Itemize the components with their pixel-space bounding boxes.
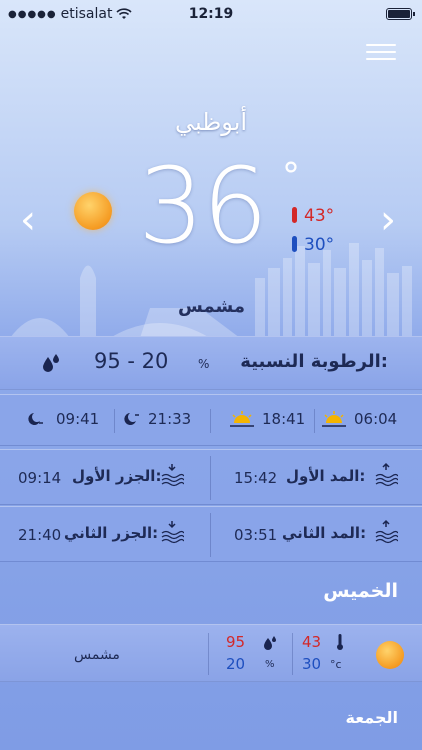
- hamburger-menu-icon[interactable]: [366, 44, 396, 64]
- high-tide-2-time: 03:51: [234, 526, 278, 544]
- previous-city-arrow[interactable]: ‹: [20, 200, 36, 240]
- high-tide-1-label: المد الأول:: [286, 467, 366, 485]
- thermometer-high-icon: [292, 207, 297, 223]
- forecast-condition: مشمس: [74, 647, 120, 663]
- forecast-day-thursday[interactable]: الخميس: [323, 580, 398, 602]
- forecast-humidity-low: 20: [226, 655, 246, 673]
- next-city-arrow[interactable]: ›: [380, 200, 396, 240]
- current-temperature: 36: [138, 145, 268, 267]
- divider: [210, 409, 211, 433]
- moonrise-time: 21:33: [148, 410, 192, 428]
- low-tide-2-label: الجزر الثاني:: [64, 524, 159, 542]
- high-tide-icon: [374, 462, 399, 492]
- sunset-icon: [228, 409, 256, 433]
- low-tide-icon: [160, 462, 185, 492]
- sunrise-time: 06:04: [354, 410, 398, 428]
- sunrise-icon: [320, 409, 348, 433]
- tide-panel-first: 09:14 الجزر الأول: 15:42 المد الأول:: [0, 449, 422, 505]
- forecast-temp-low: 30: [302, 655, 322, 673]
- status-time: 12:19: [188, 6, 234, 22]
- forecast-temp-unit: °c: [330, 658, 342, 671]
- low-tide-icon: [160, 519, 185, 549]
- water-drops-icon: [40, 353, 62, 378]
- humidity-panel: 95 - 20 % الرطوبة النسبية:: [0, 336, 422, 390]
- divider: [210, 456, 211, 500]
- status-bar: ●●●●● etisalat 12:19: [0, 0, 422, 30]
- low-tide-2-time: 21:40: [18, 526, 62, 544]
- forecast-sunny-icon: [376, 641, 404, 669]
- moonset-time: 09:41: [56, 410, 100, 428]
- divider: [292, 633, 293, 675]
- tide-panel-second: 21:40 الجزر الثاني: 03:51 المد الثاني:: [0, 506, 422, 562]
- high-tide-1-time: 15:42: [234, 469, 278, 487]
- moonset-icon: [24, 411, 46, 431]
- divider: [114, 409, 115, 433]
- city-name: أبوظبي: [174, 108, 248, 136]
- thermometer-icon: [335, 633, 345, 655]
- low-tide-1-time: 09:14: [18, 469, 62, 487]
- humidity-label: الرطوبة النسبية:: [240, 351, 388, 372]
- forecast-humidity-high: 95: [226, 633, 246, 651]
- battery-icon: [386, 8, 415, 20]
- divider: [210, 513, 211, 557]
- high-temperature: 43°: [304, 206, 335, 226]
- current-condition: مشمس: [178, 296, 245, 317]
- sun-moon-panel: 09:41 21:33 18:41 06:04: [0, 394, 422, 446]
- low-temperature: 30°: [304, 235, 335, 255]
- humidity-unit: %: [198, 357, 210, 371]
- forecast-humidity-unit: %: [265, 659, 275, 670]
- divider: [208, 633, 209, 675]
- humidity-value: 95 - 20: [94, 349, 169, 373]
- low-tide-1-label: الجزر الأول:: [72, 467, 162, 485]
- divider: [314, 409, 315, 433]
- thermometer-low-icon: [292, 236, 297, 252]
- forecast-day-friday[interactable]: الجمعة: [346, 708, 398, 727]
- sunny-weather-icon: [74, 192, 112, 230]
- sunset-time: 18:41: [262, 410, 306, 428]
- humidity-drops-icon: [262, 635, 278, 655]
- forecast-row-thursday[interactable]: مشمس 95 20 % 43 30 °c: [0, 624, 422, 682]
- forecast-temp-high: 43: [302, 633, 322, 651]
- moonrise-icon: [120, 411, 142, 431]
- high-tide-icon: [374, 519, 399, 549]
- high-tide-2-label: المد الثاني:: [282, 524, 367, 542]
- degree-symbol: °: [282, 156, 300, 197]
